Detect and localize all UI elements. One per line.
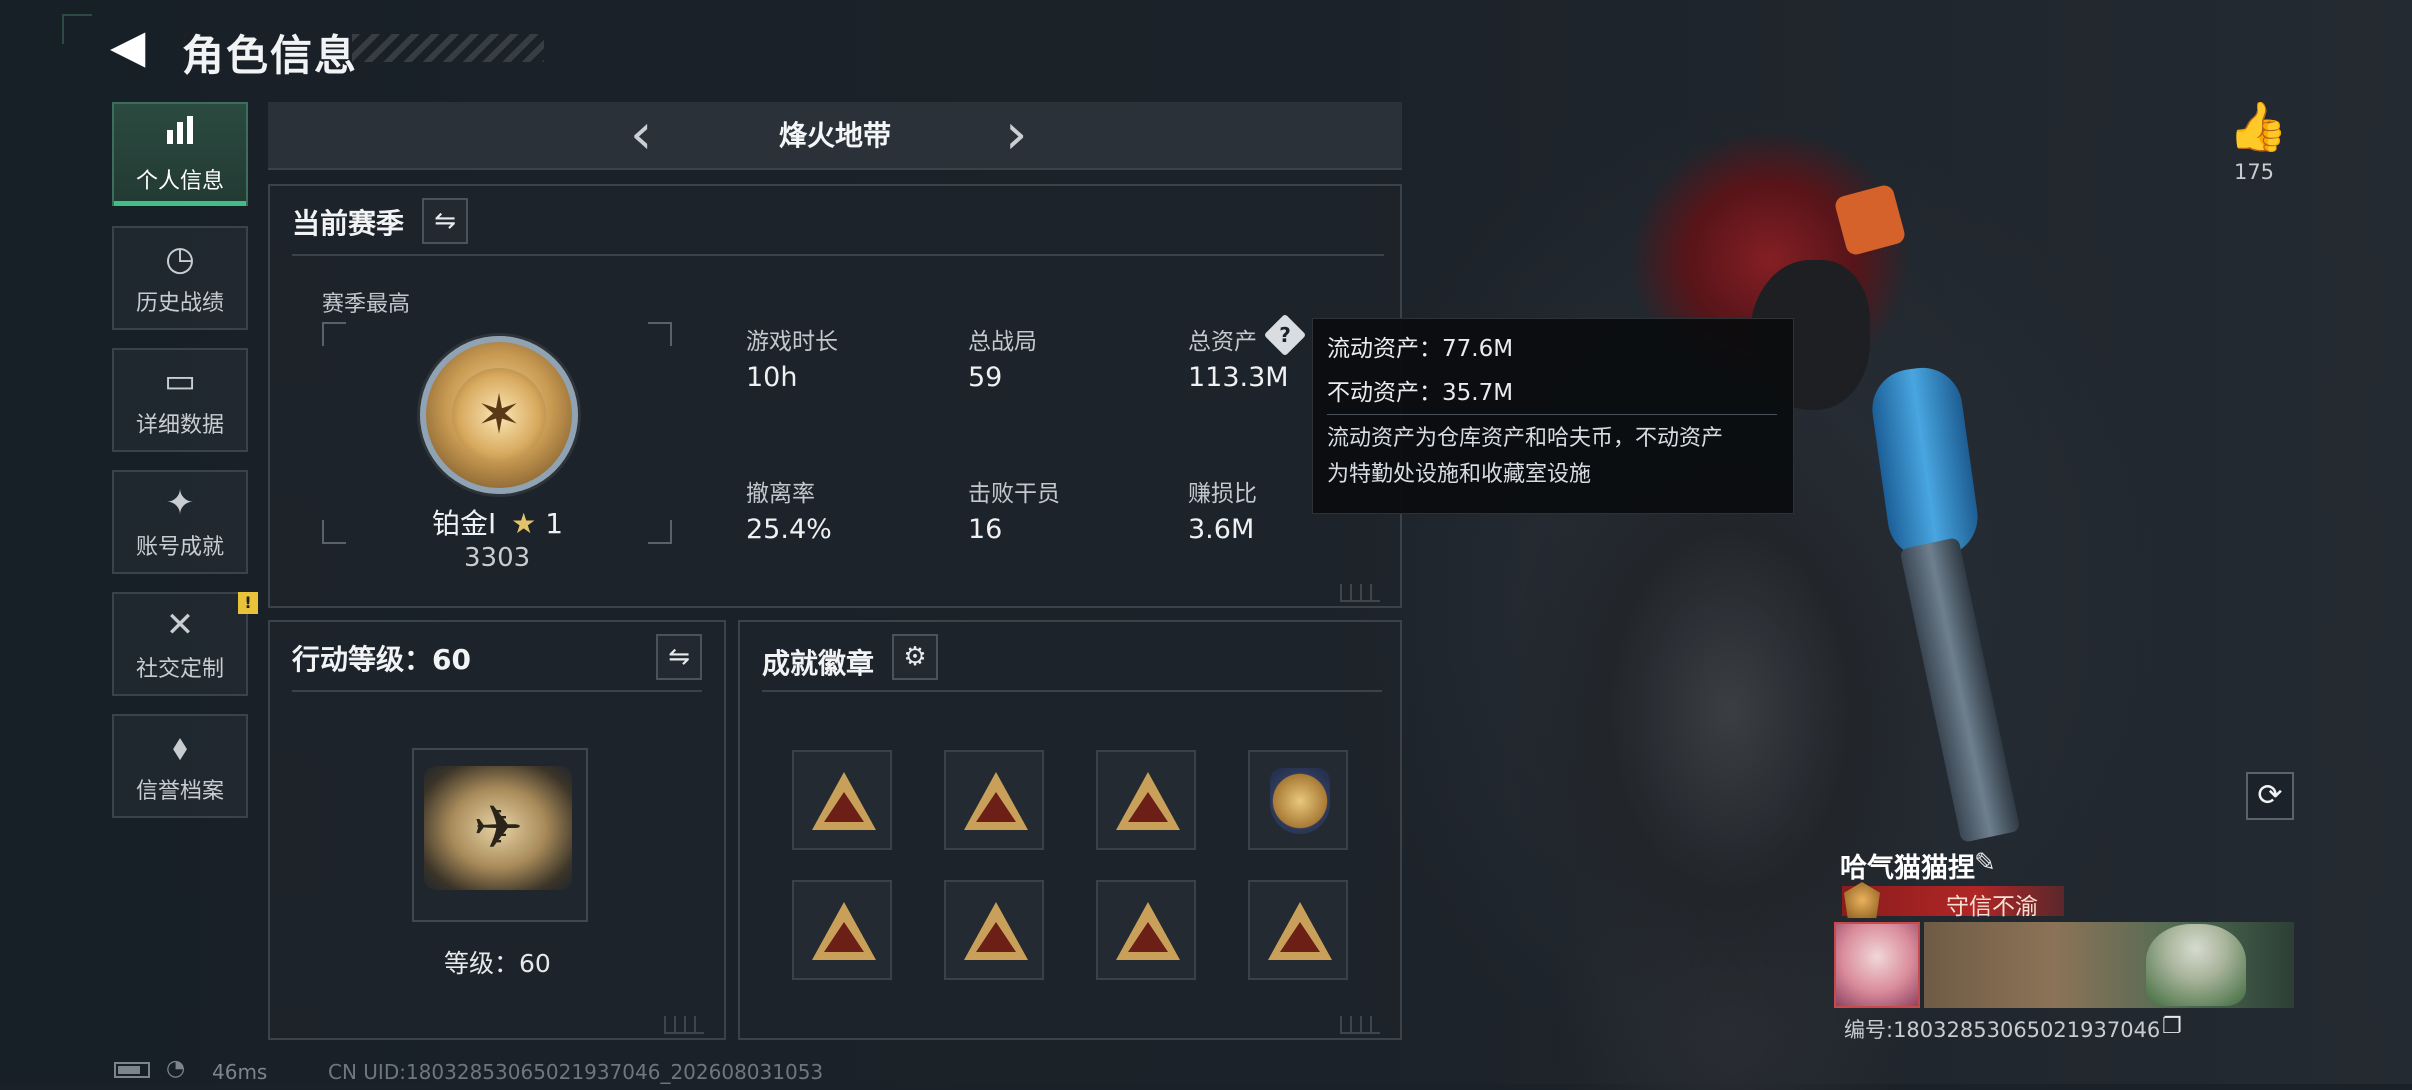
sidebar-item-label: 账号成就 — [135, 535, 224, 560]
rank-medal: ✶ — [420, 336, 578, 494]
sidebar-item-label: 个人信息 — [135, 168, 224, 194]
refresh-icon[interactable]: ⟳ — [2246, 772, 2294, 820]
player-title: 守信不渝 — [1946, 894, 2038, 920]
ping-value: 46ms — [212, 1060, 268, 1084]
sidebar-item-label: 历史战绩 — [135, 291, 224, 316]
badges-panel-title: 成就徽章 — [762, 647, 875, 680]
badge-fifty-icon[interactable] — [1096, 880, 1196, 980]
stat-matches-value: 59 — [968, 362, 1003, 393]
tooltip-divider — [1327, 414, 1777, 415]
badge-device-icon[interactable] — [1248, 880, 1348, 980]
sidebar-item-label: 社交定制 — [135, 657, 224, 682]
stat-profit-ratio-value: 3.6M — [1188, 514, 1255, 545]
page-title: 角色信息 — [182, 31, 359, 80]
badge-crate-icon[interactable] — [792, 750, 892, 850]
footer-uid: CN UID:18032853065021937046_202608031053 — [328, 1060, 824, 1084]
folder-icon: ▭ — [163, 361, 197, 401]
player-name: 哈气猫猫捏 — [1840, 853, 1975, 884]
reputation-icon: ⬧ — [172, 727, 188, 767]
tooltip-liquid-assets: 流动资产：77.6M — [1327, 336, 1514, 362]
stat-extract-rate-value: 25.4% — [746, 514, 832, 545]
helicopter-emblem-icon: ✈ — [424, 766, 572, 890]
stat-assets-value: 113.3M — [1188, 362, 1289, 393]
sidebar-item-reputation[interactable]: ⬧ 信誉档案 — [112, 714, 248, 818]
divider — [762, 690, 1382, 692]
help-icon[interactable]: ? — [1263, 313, 1307, 357]
swap-level-button[interactable]: ⇋ — [656, 634, 702, 680]
badge-shield-icon[interactable] — [1248, 750, 1348, 850]
panel-corner-marks — [664, 1016, 704, 1034]
corner-decoration — [62, 14, 92, 44]
season-peak-label: 赛季最高 — [322, 292, 411, 317]
stat-playtime-label: 游戏时长 — [746, 329, 838, 355]
badge-settings-button[interactable]: ⚙ — [892, 634, 938, 680]
mode-title: 烽火地带 — [778, 119, 891, 152]
name-card-character — [2146, 924, 2246, 1006]
stat-matches-label: 总战局 — [968, 329, 1037, 355]
player-uid: 编号:18032853065021937046 — [1844, 1018, 2161, 1042]
level-caption: 等级：60 — [444, 949, 551, 978]
history-clock-icon: ◷ — [165, 239, 195, 279]
rank-points: 3303 — [464, 543, 531, 573]
level-panel-title: 行动等级：60 — [292, 643, 471, 676]
title-stripes — [352, 34, 544, 62]
eagle-icon: ✶ — [452, 368, 546, 462]
badge-first-icon[interactable] — [944, 880, 1044, 980]
sidebar-item-social-custom[interactable]: ✕ 社交定制 ! — [112, 592, 258, 696]
notification-badge: ! — [238, 592, 258, 614]
tooltip-description-line1: 流动资产为仓库资产和哈夫币，不动资产 — [1327, 426, 1724, 451]
swap-season-button[interactable]: ⇋ — [422, 198, 468, 244]
stat-assets-label: 总资产 — [1188, 329, 1257, 355]
edit-icon[interactable]: ✎ — [1974, 848, 1996, 878]
sidebar-item-detailed-data[interactable]: ▭ 详细数据 — [112, 348, 248, 452]
sidebar-item-achievements[interactable]: ✦ 账号成就 — [112, 470, 248, 574]
rank-stars: 1 — [545, 507, 564, 540]
copy-icon[interactable]: ❐ — [2162, 1014, 2182, 1039]
stat-playtime-value: 10h — [746, 362, 798, 393]
assets-tooltip: 流动资产：77.6M 不动资产：35.7M 流动资产为仓库资产和哈夫币，不动资产… — [1312, 318, 1794, 514]
badge-squad-icon[interactable] — [1096, 750, 1196, 850]
sidebar-item-history[interactable]: ◷ 历史战绩 — [112, 226, 248, 330]
avatar[interactable] — [1834, 922, 1920, 1008]
like-icon[interactable]: 👍 — [2228, 98, 2288, 155]
chevron-left-icon[interactable]: ‹ — [630, 104, 652, 166]
rank-star-icon: ★ — [511, 507, 537, 540]
rank-name-row: 铂金Ⅰ ★ 1 — [432, 502, 563, 542]
divider — [292, 254, 1384, 256]
sidebar-item-label: 详细数据 — [135, 413, 224, 438]
badge-camp-icon[interactable] — [944, 750, 1044, 850]
stat-kills-label: 击败干员 — [968, 481, 1060, 507]
season-panel-title: 当前赛季 — [292, 207, 405, 240]
wifi-icon: ◔ — [166, 1056, 186, 1081]
divider — [292, 690, 702, 692]
sidebar-item-label: 信誉档案 — [135, 779, 224, 804]
achievement-icon: ✦ — [165, 483, 195, 523]
badge-boat-icon[interactable] — [792, 880, 892, 980]
panel-corner-marks — [1340, 584, 1380, 602]
tooltip-fixed-assets: 不动资产：35.7M — [1327, 380, 1514, 406]
back-arrow-icon[interactable]: ◀ — [110, 22, 158, 70]
battery-icon — [114, 1062, 150, 1078]
sidebar-item-personal-info[interactable]: 个人信息 — [112, 102, 248, 206]
stat-extract-rate-label: 撤离率 — [746, 481, 815, 507]
stat-kills-value: 16 — [968, 514, 1003, 545]
panel-corner-marks — [1340, 1016, 1380, 1034]
chevron-right-icon[interactable]: › — [1005, 104, 1027, 166]
tooltip-description-line2: 为特勤处设施和收藏室设施 — [1327, 462, 1592, 487]
like-count: 175 — [2233, 160, 2275, 184]
rank-name: 铂金Ⅰ — [432, 507, 497, 540]
stat-profit-ratio-label: 赚损比 — [1188, 481, 1257, 507]
bar-chart-icon — [163, 114, 197, 157]
tools-icon: ✕ — [165, 605, 195, 645]
